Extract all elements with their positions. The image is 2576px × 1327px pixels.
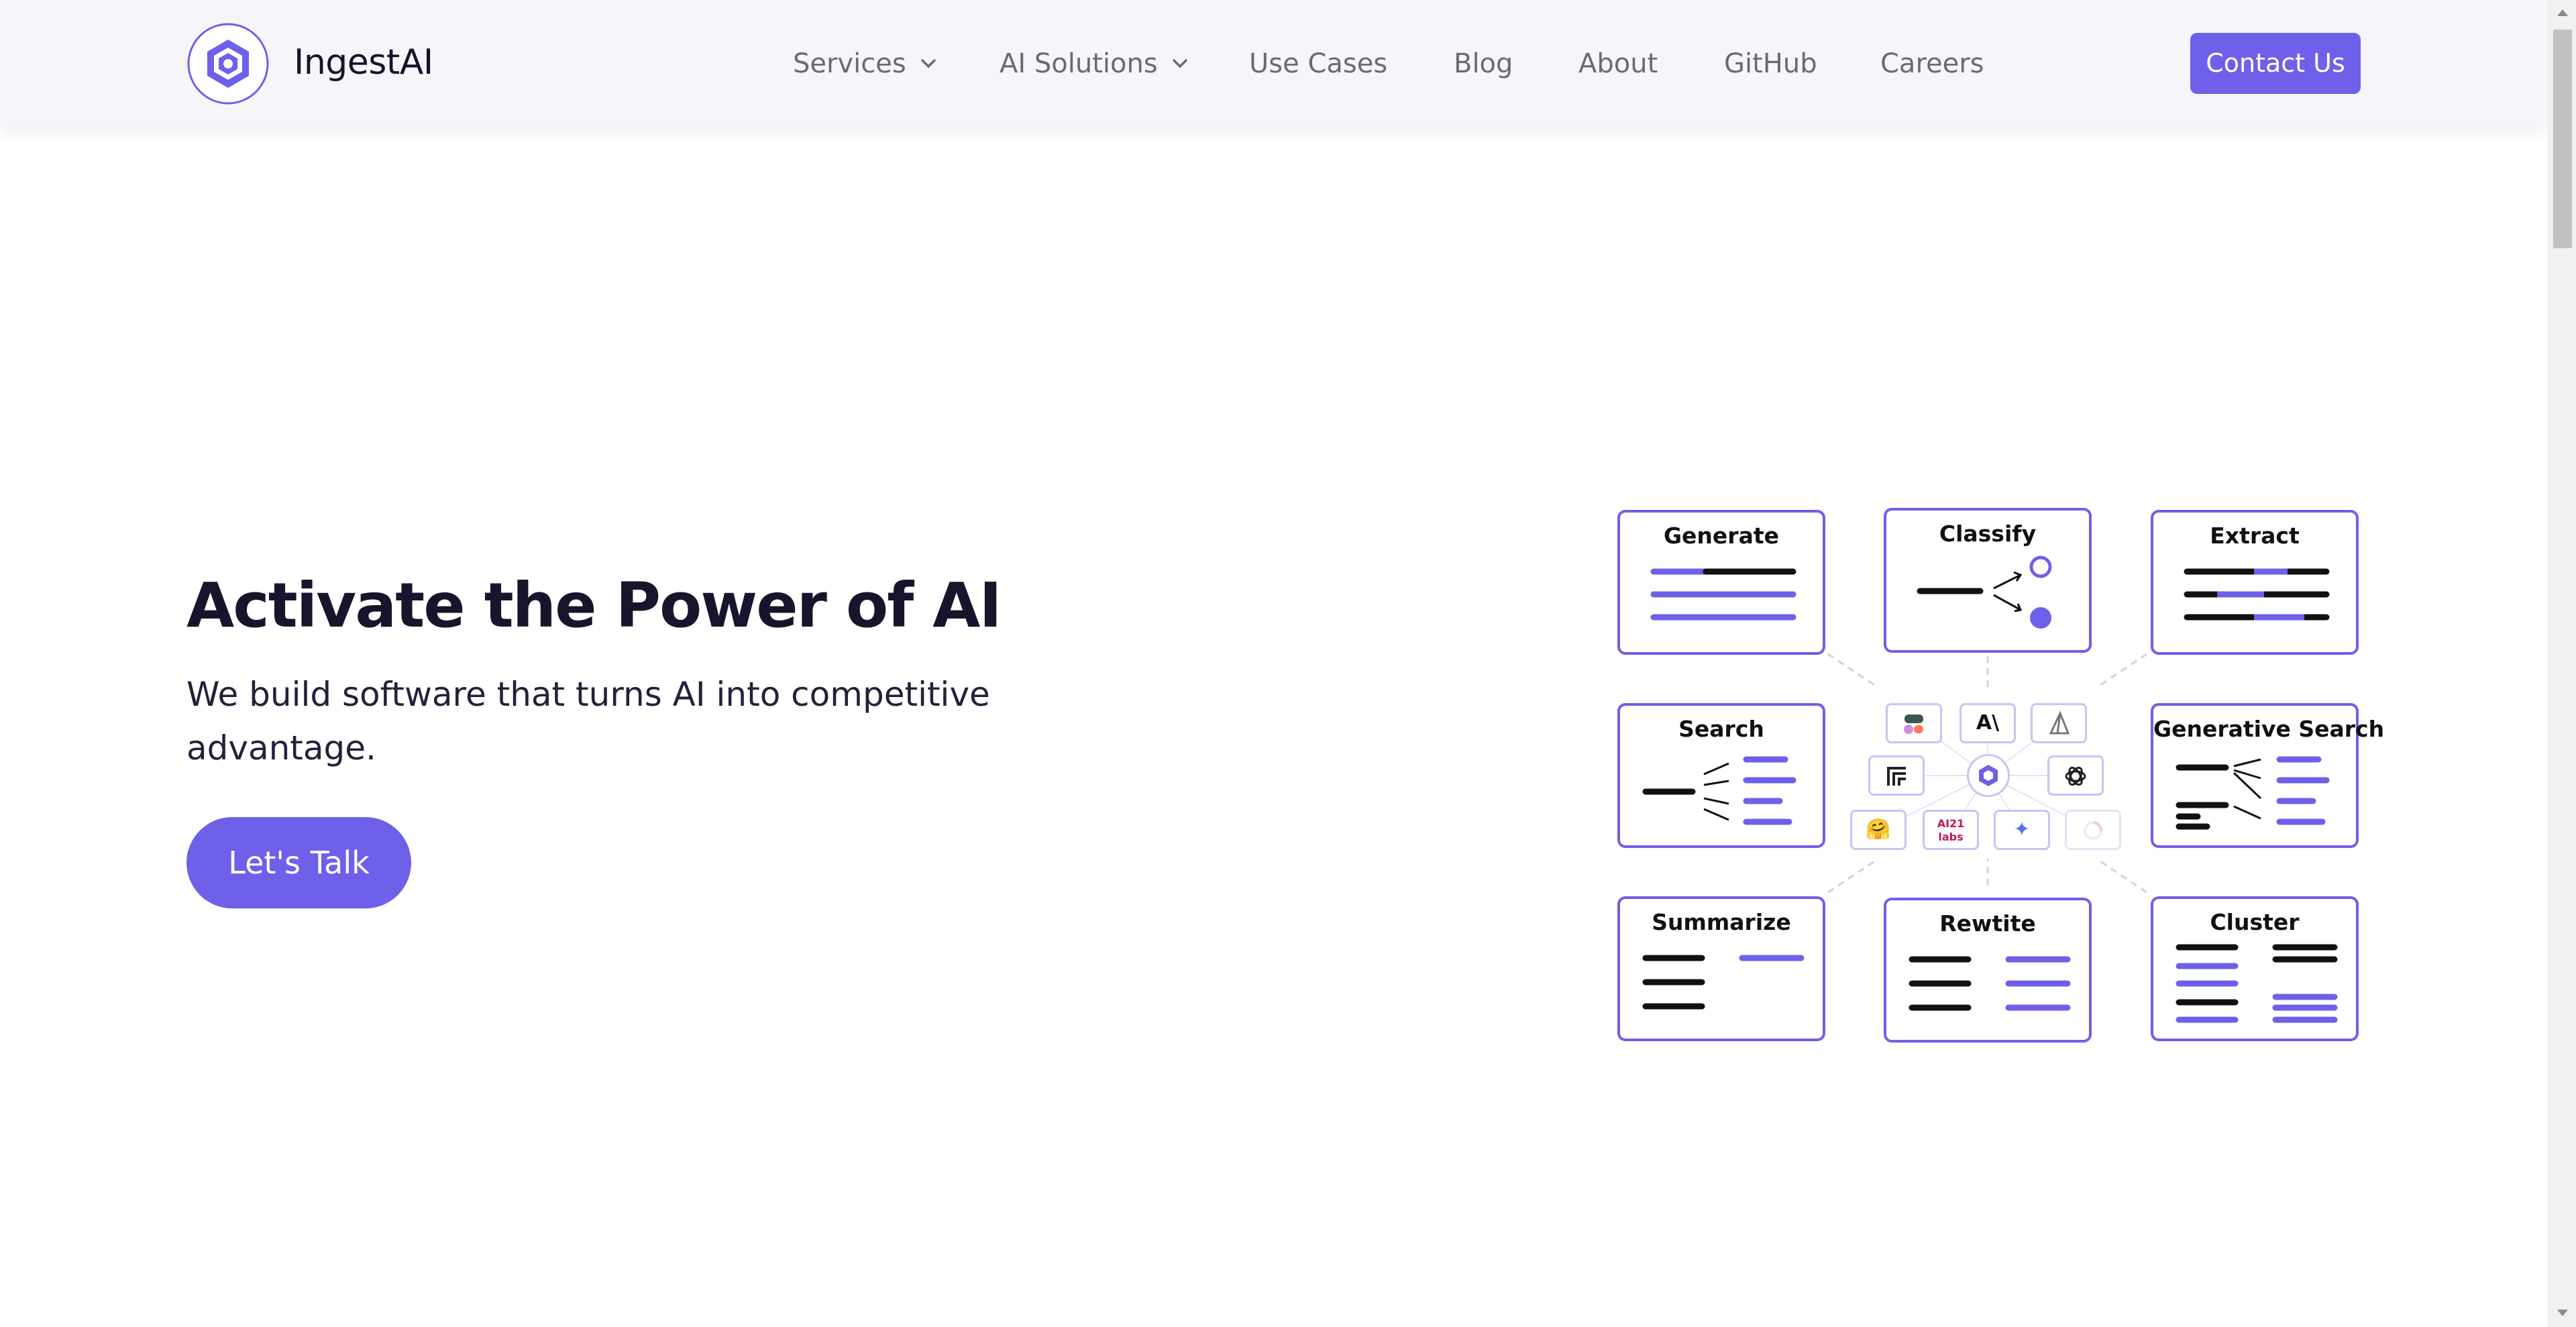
sail-chip	[2031, 703, 2087, 743]
nav-use-cases[interactable]: Use Cases	[1249, 46, 1387, 82]
loader-chip	[2065, 810, 2121, 850]
ai21-chip: AI21 labs	[1923, 810, 1979, 850]
stacked-corners-icon	[1887, 766, 1906, 786]
openai-chip	[2047, 755, 2104, 796]
openai-logo-icon	[2065, 766, 2086, 786]
card-extract: Extract	[2151, 510, 2359, 655]
spinner-icon	[2084, 820, 2102, 840]
ingest-chip	[1967, 754, 2010, 797]
cohere-logo-icon	[1904, 714, 1923, 734]
card-generative-search: Generative Search	[2151, 703, 2384, 848]
scroll-thumb[interactable]	[2553, 30, 2572, 248]
hero-subtitle: We build software that turns AI into com…	[186, 675, 990, 767]
top-navbar: IngestAI Services AI Solutions Use Cases…	[0, 0, 2548, 127]
gemini-chip: ✦	[1994, 810, 2050, 850]
ai-capabilities-diagram: Generate Classify Extract Search Generat…	[1610, 496, 2384, 1053]
sail-logo-icon	[2049, 710, 2070, 734]
contact-us-button[interactable]: Contact Us	[2190, 33, 2361, 94]
lets-talk-button[interactable]: Let's Talk	[186, 817, 411, 908]
nav-blog[interactable]: Blog	[1454, 46, 1513, 82]
extract-lines-icon	[2184, 568, 2330, 621]
cohere-chip	[1886, 703, 1942, 743]
hero-title: Activate the Power of AI	[186, 570, 1002, 641]
card-classify: Classify	[1884, 508, 2092, 653]
nav-ai-solutions-label: AI Solutions	[1000, 48, 1158, 79]
scroll-up-arrow-icon[interactable]	[2557, 9, 2568, 16]
card-search: Search	[1617, 703, 1825, 848]
chevron-down-icon	[1173, 58, 1188, 68]
classify-branch-icon	[1917, 555, 2052, 629]
nav-github[interactable]: GitHub	[1724, 46, 1817, 82]
stack-chip	[1868, 755, 1925, 796]
hexagon-logo-icon	[1979, 765, 1998, 786]
card-summarize: Summarize	[1617, 896, 1825, 1041]
generate-lines-icon	[1650, 568, 1796, 621]
summarize-lines-icon	[1642, 955, 1805, 1010]
nav-careers[interactable]: Careers	[1880, 46, 1984, 82]
generative-search-icon	[2176, 756, 2330, 830]
huggingface-chip: 🤗	[1850, 810, 1907, 850]
card-cluster: Cluster	[2151, 896, 2359, 1041]
nav-ai-solutions[interactable]: AI Solutions	[1000, 46, 1189, 82]
rewrite-lines-icon	[1909, 956, 2071, 1011]
card-generate: Generate	[1617, 510, 1825, 655]
nav-services[interactable]: Services	[793, 46, 937, 82]
nav-services-label: Services	[793, 48, 906, 79]
hexagon-logo-icon[interactable]	[186, 22, 270, 105]
brand-name[interactable]: IngestAI	[294, 39, 433, 86]
card-rewrite: Rewtite	[1884, 898, 2092, 1043]
chevron-down-icon	[921, 58, 936, 68]
scroll-down-arrow-icon[interactable]	[2557, 1310, 2568, 1316]
anthropic-chip: A\	[1960, 703, 2016, 743]
cluster-lines-icon	[2176, 944, 2338, 1023]
search-fanout-icon	[1642, 756, 1796, 825]
nav-about[interactable]: About	[1578, 46, 1658, 82]
page-scrollbar[interactable]	[2548, 0, 2576, 1327]
